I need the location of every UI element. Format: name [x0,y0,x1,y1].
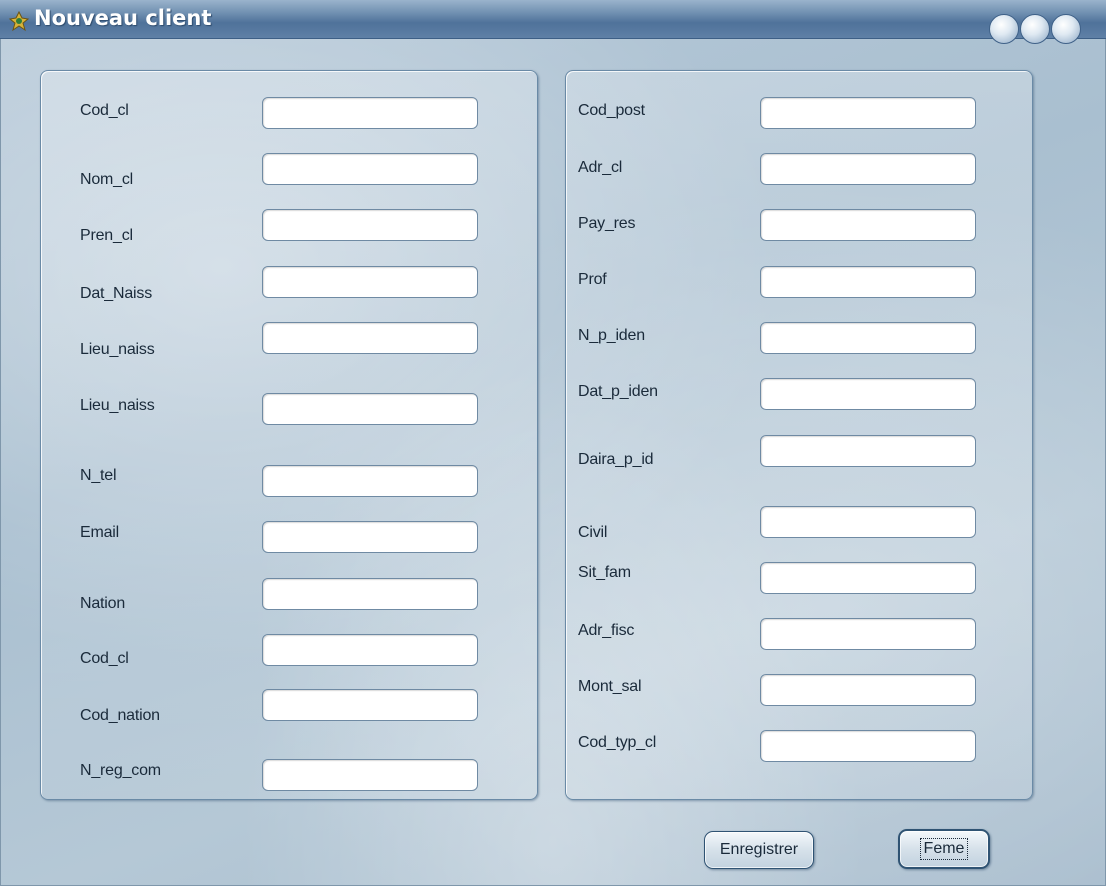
label-lieu-naiss: Lieu_naiss [80,341,155,358]
maximize-icon[interactable] [1020,14,1050,44]
label-daira-p-id: Daira_p_id [578,451,654,468]
label-nation: Nation [80,595,126,612]
label-pay-res: Pay_res [578,215,636,232]
label-sit-fam: Sit_fam [578,564,631,581]
pay-res-input[interactable] [760,209,976,241]
label-cod-nation: Cod_nation [80,707,160,724]
label-adr-fisc: Adr_fisc [578,622,635,639]
label-nom-cl: Nom_cl [80,171,134,188]
n-reg-com-input[interactable] [262,759,478,791]
pren-cl-input[interactable] [262,209,478,241]
title-bar[interactable]: Nouveau client [0,0,1106,44]
close-icon[interactable] [1051,14,1081,44]
nation-input[interactable] [262,578,478,610]
label-n-tel: N_tel [80,467,117,484]
email-input[interactable] [262,521,478,553]
label-lieu-naiss-2: Lieu_naiss [80,397,155,414]
label-n-p-iden: N_p_iden [578,327,645,344]
cod-nation-input[interactable] [262,689,478,721]
close-button-label: Feme [919,838,969,860]
lieu-naiss-2-input[interactable] [262,393,478,425]
lieu-naiss-input[interactable] [262,322,478,354]
adr-cl-input[interactable] [760,153,976,185]
save-button-label: Enregistrer [719,841,799,858]
label-adr-cl: Adr_cl [578,159,623,176]
label-cod-post: Cod_post [578,102,645,119]
window-title: Nouveau client [34,6,212,30]
n-p-iden-input[interactable] [760,322,976,354]
label-n-reg-com: N_reg_com [80,762,161,779]
n-tel-input[interactable] [262,465,478,497]
label-dat-p-iden: Dat_p_iden [578,383,658,400]
label-civil: Civil [578,524,608,541]
cod-post-input[interactable] [760,97,976,129]
label-cod-typ-cl: Cod_typ_cl [578,734,657,751]
daira-p-id-input[interactable] [760,435,976,467]
app-icon [8,10,30,32]
cod-cl-input[interactable] [262,97,478,129]
prof-input[interactable] [760,266,976,298]
nom-cl-input[interactable] [262,153,478,185]
adr-fisc-input[interactable] [760,618,976,650]
label-dat-naiss: Dat_Naiss [80,285,153,302]
label-prof: Prof [578,271,607,288]
label-pren-cl: Pren_cl [80,227,133,244]
dat-p-iden-input[interactable] [760,378,976,410]
label-cod-cl-2: Cod_cl [80,650,129,667]
cod-typ-cl-input[interactable] [760,730,976,762]
save-button[interactable]: Enregistrer [704,831,814,869]
civil-input[interactable] [760,506,976,538]
new-client-window: Nouveau client Cod_cl Nom_cl Pren_cl Dat… [0,0,1106,886]
label-mont-sal: Mont_sal [578,678,642,695]
mont-sal-input[interactable] [760,674,976,706]
minimize-icon[interactable] [989,14,1019,44]
label-cod-cl: Cod_cl [80,102,129,119]
dat-naiss-input[interactable] [262,266,478,298]
cod-cl-2-input[interactable] [262,634,478,666]
label-email: Email [80,524,120,541]
sit-fam-input[interactable] [760,562,976,594]
close-button[interactable]: Feme [898,829,990,869]
